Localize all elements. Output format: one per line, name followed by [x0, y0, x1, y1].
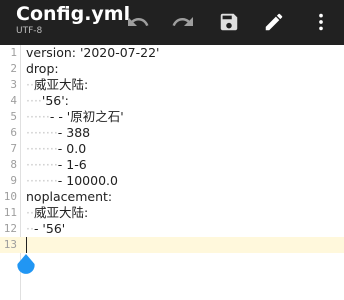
- line-text: drop:: [26, 61, 59, 76]
- indent-guide: ······: [26, 109, 50, 124]
- line-number: 10: [3, 190, 17, 203]
- save-icon: [220, 13, 238, 31]
- code-line[interactable]: 9 ········- 10000.0: [0, 173, 344, 189]
- line-text: 威亚大陆:: [33, 77, 89, 92]
- line-number: 11: [3, 206, 17, 219]
- more-options-button[interactable]: [304, 5, 338, 39]
- line-text: - '56': [33, 221, 66, 236]
- code-line[interactable]: 13: [0, 237, 344, 253]
- redo-icon: [172, 17, 193, 26]
- line-content: version: '2020-07-22': [26, 45, 159, 61]
- line-text: noplacement:: [26, 189, 113, 204]
- code-line[interactable]: 5 ······- - '原初之石': [0, 109, 344, 125]
- redo-button[interactable]: [166, 5, 200, 39]
- line-content: ········- 1-6: [26, 157, 87, 173]
- code-line[interactable]: 1 version: '2020-07-22': [0, 45, 344, 61]
- cursor-handle-icon[interactable]: [16, 254, 36, 274]
- line-number: 12: [3, 222, 17, 235]
- file-encoding: UTF-8: [16, 26, 43, 36]
- line-number: 4: [10, 94, 17, 107]
- undo-button[interactable]: [121, 5, 155, 39]
- line-text: version: '2020-07-22': [26, 45, 160, 60]
- code-line[interactable]: 3 ··威亚大陆:: [0, 77, 344, 93]
- indent-guide: ··: [26, 77, 34, 92]
- indent-guide: ········: [26, 157, 58, 172]
- line-content: ····'56':: [26, 93, 69, 109]
- code-line[interactable]: 11 ··威亚大陆:: [0, 205, 344, 221]
- line-text: - 0.0: [57, 141, 87, 156]
- line-text: 威亚大陆:: [33, 205, 89, 220]
- file-title: Config.yml: [16, 3, 131, 25]
- line-text: - 1-6: [57, 157, 87, 172]
- line-number: 8: [10, 158, 17, 171]
- line-number: 3: [10, 78, 17, 91]
- code-line[interactable]: 4 ····'56':: [0, 93, 344, 109]
- indent-guide: ··: [26, 221, 34, 236]
- code-line[interactable]: 7 ········- 0.0: [0, 141, 344, 157]
- line-number: 9: [10, 174, 17, 187]
- indent-guide: ········: [26, 125, 58, 140]
- save-button[interactable]: [212, 5, 246, 39]
- indent-guide: ········: [26, 173, 58, 188]
- line-text: - - '原初之石': [49, 109, 124, 124]
- code-line[interactable]: 8 ········- 1-6: [0, 157, 344, 173]
- line-content: ········- 10000.0: [26, 173, 118, 189]
- edit-icon: [265, 13, 283, 31]
- line-content: ··威亚大陆:: [26, 77, 88, 93]
- code-line[interactable]: 6 ········- 388: [0, 125, 344, 141]
- line-content: ········- 0.0: [26, 141, 86, 157]
- toolbar: Config.yml UTF-8: [0, 0, 344, 45]
- text-cursor: [26, 237, 27, 253]
- line-text: '56':: [41, 93, 69, 108]
- code-line[interactable]: 12 ··- '56': [0, 221, 344, 237]
- line-number: 1: [10, 46, 17, 59]
- line-content: ··威亚大陆:: [26, 205, 88, 221]
- indent-guide: ····: [26, 93, 42, 108]
- line-content: ······- - '原初之石': [26, 109, 124, 125]
- indent-guide: ········: [26, 141, 58, 156]
- edit-button[interactable]: [257, 5, 291, 39]
- more-vert-icon: [319, 13, 323, 31]
- line-number: 6: [10, 126, 17, 139]
- line-content: ········- 388: [26, 125, 90, 141]
- line-content: ··- '56': [26, 221, 65, 237]
- code-line[interactable]: 10 noplacement:: [0, 189, 344, 205]
- line-number: 5: [10, 110, 17, 123]
- line-text: - 10000.0: [57, 173, 118, 188]
- code-editor[interactable]: 1 version: '2020-07-22' 2 drop: 3 ··威亚大陆: 4 ···…: [0, 45, 344, 300]
- indent-guide: ··: [26, 205, 34, 220]
- line-number: 7: [10, 142, 17, 155]
- undo-icon: [128, 17, 149, 26]
- line-content: drop:: [26, 61, 59, 77]
- line-number: 2: [10, 62, 17, 75]
- line-text: - 388: [57, 125, 91, 140]
- line-number: 13: [3, 238, 17, 251]
- line-content: noplacement:: [26, 189, 112, 205]
- code-line[interactable]: 2 drop:: [0, 61, 344, 77]
